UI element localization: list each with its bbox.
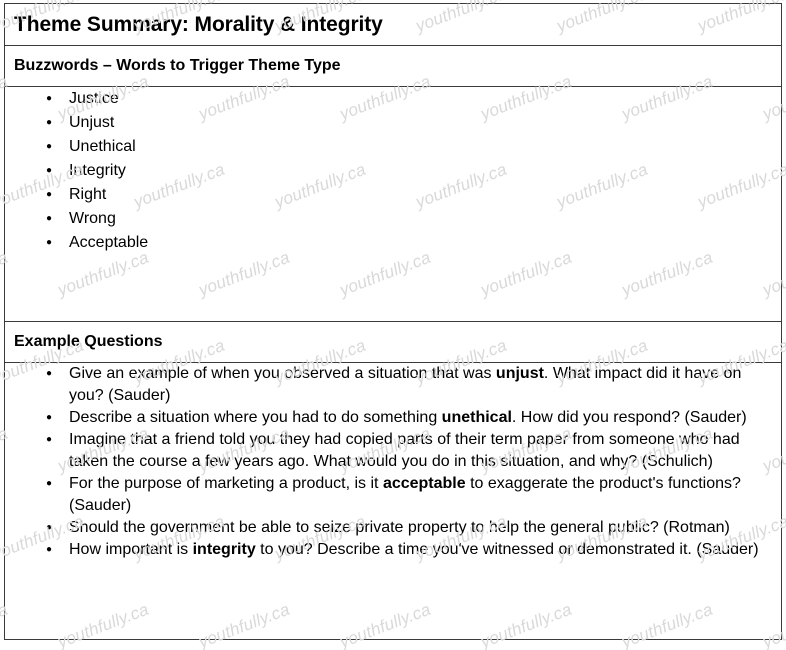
example-question-list: Give an example of when you observed a s…	[5, 363, 781, 561]
table-row-questions-body: Give an example of when you observed a s…	[4, 362, 782, 640]
buzzword-item: Acceptable	[5, 231, 781, 255]
buzzword-list: JusticeUnjustUnethicalIntegrityRightWron…	[5, 87, 781, 255]
example-question-item: Imagine that a friend told you they had …	[5, 429, 781, 473]
page-title: Theme Summary: Morality & Integrity	[14, 13, 383, 36]
buzzwords-heading-cell: Buzzwords – Words to Trigger Theme Type	[4, 45, 782, 87]
question-keyword: acceptable	[382, 475, 466, 493]
questions-heading-cell: Example Questions	[4, 321, 782, 364]
buzzword-item: Right	[5, 183, 781, 207]
buzzwords-heading: Buzzwords – Words to Trigger Theme Type	[14, 57, 341, 74]
question-keyword: integrity	[192, 541, 256, 559]
question-keyword: unjust	[495, 365, 544, 383]
example-questions-heading: Example Questions	[14, 333, 163, 351]
question-text-lead: Imagine that a friend told you they had …	[69, 431, 740, 471]
buzzword-item: Integrity	[5, 159, 781, 183]
example-question-item: For the purpose of marketing a product, …	[5, 473, 781, 517]
example-question-item: Describe a situation where you had to do…	[5, 407, 781, 429]
question-text-lead: For the purpose of marketing a product, …	[69, 475, 383, 493]
questions-cell: Give an example of when you observed a s…	[4, 362, 782, 640]
buzzword-item: Unethical	[5, 135, 781, 159]
question-text-lead: Should the government be able to seize p…	[69, 519, 730, 537]
example-question-item: Give an example of when you observed a s…	[5, 363, 781, 407]
example-question-item: How important is integrity to you? Descr…	[5, 539, 781, 561]
question-text-tail: to you? Describe a time you've witnessed…	[255, 541, 759, 559]
question-text-lead: How important is	[69, 541, 193, 559]
table-row-questions-heading: Example Questions	[4, 321, 782, 364]
table-row-title: Theme Summary: Morality & Integrity	[4, 3, 782, 46]
example-question-item: Should the government be able to seize p…	[5, 517, 781, 539]
buzzword-item: Unjust	[5, 111, 781, 135]
question-text-lead: Give an example of when you observed a s…	[69, 365, 496, 383]
title-cell: Theme Summary: Morality & Integrity	[4, 3, 782, 46]
question-keyword: unethical	[441, 409, 512, 427]
buzzwords-cell: JusticeUnjustUnethicalIntegrityRightWron…	[4, 85, 782, 323]
buzzword-item: Wrong	[5, 207, 781, 231]
question-text-lead: Describe a situation where you had to do…	[69, 409, 442, 427]
table-row-buzzwords-heading: Buzzwords – Words to Trigger Theme Type	[4, 45, 782, 87]
buzzword-item: Justice	[5, 87, 781, 111]
table-row-buzzwords-body: JusticeUnjustUnethicalIntegrityRightWron…	[4, 85, 782, 323]
question-text-tail: . How did you respond? (Sauder)	[511, 409, 747, 427]
theme-summary-table: Theme Summary: Morality & Integrity Buzz…	[4, 3, 782, 640]
